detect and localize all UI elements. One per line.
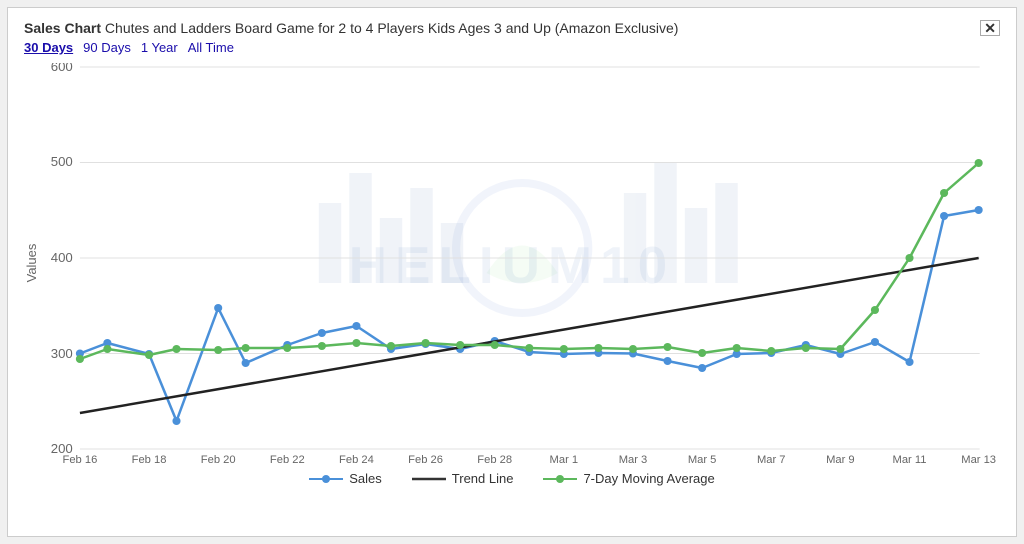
legend-trend-label: Trend Line	[452, 471, 514, 486]
svg-text:600: 600	[51, 63, 73, 74]
svg-text:300: 300	[51, 346, 73, 361]
svg-text:Feb 22: Feb 22	[270, 454, 305, 463]
svg-text:Values: Values	[24, 243, 39, 282]
filter-30days[interactable]: 30 Days	[24, 40, 73, 55]
svg-text:Feb 28: Feb 28	[477, 454, 512, 463]
chart-area: HELIUM10	[24, 63, 1000, 463]
svg-text:Mar 11: Mar 11	[893, 454, 927, 463]
svg-text:Feb 16: Feb 16	[63, 454, 98, 463]
svg-text:Feb 18: Feb 18	[132, 454, 167, 463]
chart-title-rest: Chutes and Ladders Board Game for 2 to 4…	[101, 20, 678, 36]
chart-header: Sales Chart Chutes and Ladders Board Gam…	[24, 20, 1000, 36]
chart-container: Sales Chart Chutes and Ladders Board Gam…	[7, 7, 1017, 537]
legend-trend: Trend Line	[412, 471, 514, 486]
legend-mavg-label: 7-Day Moving Average	[583, 471, 714, 486]
chart-title: Sales Chart Chutes and Ladders Board Gam…	[24, 20, 678, 36]
chart-title-bold: Sales Chart	[24, 20, 101, 36]
svg-text:Mar 1: Mar 1	[550, 454, 579, 463]
legend-mavg: 7-Day Moving Average	[543, 471, 714, 486]
svg-text:500: 500	[51, 154, 73, 169]
svg-text:Mar 3: Mar 3	[619, 454, 648, 463]
close-button[interactable]: ✕	[980, 20, 1000, 36]
legend-trend-icon	[412, 473, 446, 485]
filter-1year[interactable]: 1 Year	[141, 40, 178, 55]
svg-text:Feb 24: Feb 24	[339, 454, 374, 463]
chart-legend: Sales Trend Line 7-Day Moving Average	[24, 471, 1000, 486]
svg-text:Mar 9: Mar 9	[826, 454, 855, 463]
time-filter-bar: 30 Days 90 Days 1 Year All Time	[24, 40, 1000, 55]
filter-90days[interactable]: 90 Days	[83, 40, 131, 55]
svg-text:Mar 7: Mar 7	[757, 454, 786, 463]
svg-text:Mar 5: Mar 5	[688, 454, 717, 463]
legend-mavg-icon	[543, 473, 577, 485]
svg-text:400: 400	[51, 250, 73, 265]
legend-sales-icon	[309, 473, 343, 485]
legend-sales: Sales	[309, 471, 382, 486]
svg-text:Feb 20: Feb 20	[201, 454, 236, 463]
chart-svg: HELIUM10	[24, 63, 1000, 463]
svg-text:Feb 26: Feb 26	[408, 454, 443, 463]
filter-alltime[interactable]: All Time	[188, 40, 234, 55]
svg-text:Mar 13: Mar 13	[961, 454, 996, 463]
legend-sales-label: Sales	[349, 471, 382, 486]
